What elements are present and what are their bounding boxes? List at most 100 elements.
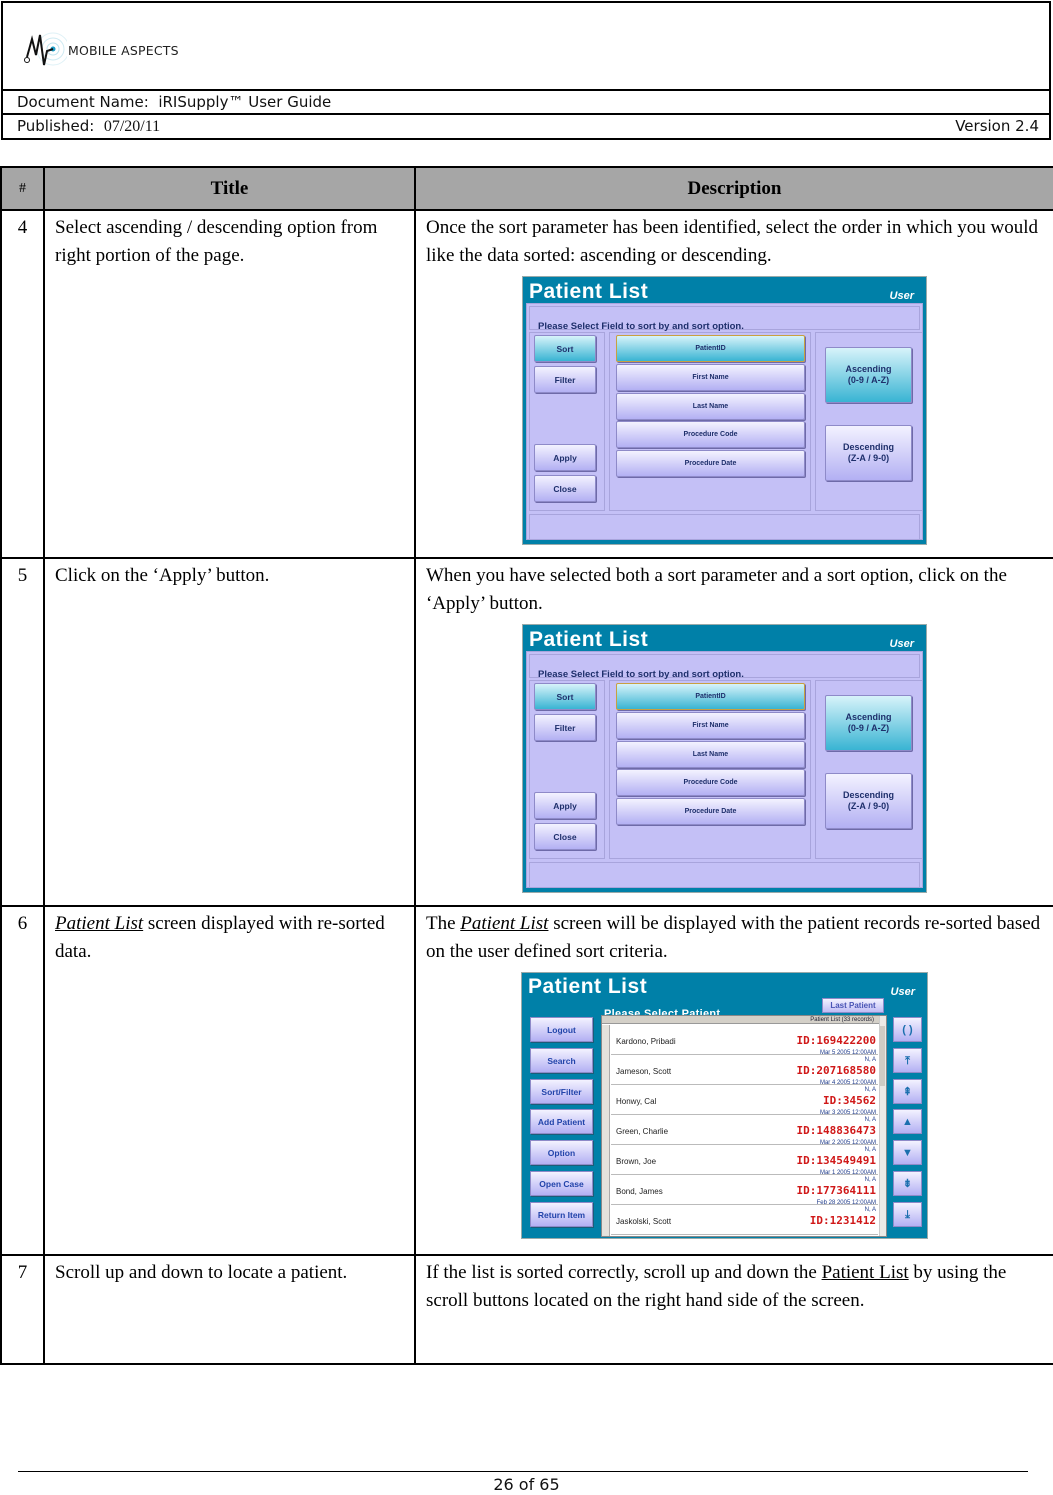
scroll-top-icon[interactable]: ⤒ <box>893 1048 922 1073</box>
field-last-name[interactable]: Last Name <box>616 393 805 420</box>
field-patientid[interactable]: PatientID <box>616 683 805 710</box>
desc-pre: The <box>426 913 461 934</box>
user-label: User <box>890 986 915 998</box>
apply-button[interactable]: Apply <box>534 792 596 819</box>
field-first-name[interactable]: First Name <box>616 364 805 391</box>
footer-divider <box>18 1471 1028 1472</box>
apply-button[interactable]: Apply <box>534 444 596 471</box>
step-description: The Patient List screen will be displaye… <box>414 905 1053 1256</box>
patient-list-link: Patient List <box>55 913 144 934</box>
step-description-text: When you have selected both a sort param… <box>426 565 1007 614</box>
sort-footer <box>529 514 920 540</box>
open-case-button[interactable]: Open Case <box>530 1171 593 1196</box>
patient-row[interactable]: Honwy, Cal ID:34562 Mar 3 2005 12:00AM N, A <box>611 1085 878 1123</box>
scroll-up-icon[interactable]: ▲ <box>893 1109 922 1134</box>
close-button[interactable]: Close <box>534 475 596 502</box>
patient-name: Brown, Joe <box>616 1157 657 1166</box>
last-patient-button[interactable]: Last Patient <box>822 998 884 1013</box>
patient-row[interactable]: Brown, Joe ID:134549491 Mar 1 2005 12:00AM… <box>611 1145 878 1183</box>
descending-button[interactable]: Descending (Z-A / 9-0) <box>825 425 912 481</box>
patient-id: ID:1231412 <box>809 1214 876 1227</box>
step-title: Click on the ‘Apply’ button. <box>43 557 416 907</box>
sort-actions-column: Sort Filter Apply Close <box>529 680 605 859</box>
ascending-sub: (0-9 / A-Z) <box>847 375 890 385</box>
step-title: Patient List screen displayed with re-so… <box>43 905 416 1256</box>
sort-footer <box>529 862 920 888</box>
scroll-bottom-icon[interactable]: ⤓ <box>893 1202 922 1227</box>
patient-list-link: Patient List <box>821 1262 909 1283</box>
sort-prompt: Please Select Field to sort by and sort … <box>529 654 920 680</box>
list-scrollbar[interactable] <box>879 1016 886 1236</box>
table-row: 5 Click on the ‘Apply’ button. When you … <box>0 557 1053 907</box>
header-description: Description <box>414 166 1053 211</box>
ascending-label: Ascending <box>845 712 892 722</box>
published-label: Published: <box>17 117 95 135</box>
filter-button[interactable]: Filter <box>534 714 596 741</box>
step-description: If the list is sorted correctly, scroll … <box>414 1254 1053 1365</box>
field-first-name[interactable]: First Name <box>616 712 805 739</box>
filter-button[interactable]: Filter <box>534 366 596 393</box>
patient-row[interactable]: Kardono, Pribadi ID:169422200 Mar 5 2005 1… <box>611 1025 878 1063</box>
screenshot-wrapper: Patient List User Please Select Field to… <box>426 624 1043 893</box>
scroll-down-icon[interactable]: ▼ <box>893 1140 922 1165</box>
sort-fields-column: PatientID First Name Last Name Procedure… <box>609 680 811 859</box>
field-last-name[interactable]: Last Name <box>616 741 805 768</box>
screen-title: Patient List <box>528 975 648 998</box>
header-title: Title <box>43 166 416 211</box>
patient-name: Honwy, Cal <box>616 1097 657 1106</box>
patient-row[interactable]: Jameson, Scott ID:207168580 Mar 4 2005 12:… <box>611 1055 878 1093</box>
descending-button[interactable]: Descending (Z-A / 9-0) <box>825 773 912 829</box>
table-row: 7 Scroll up and down to locate a patient… <box>0 1254 1053 1365</box>
page-down-icon[interactable]: ⇟ <box>893 1171 922 1196</box>
patient-row[interactable]: Green, Charlie ID:148836473 Mar 2 2005 12:… <box>611 1115 878 1153</box>
ascending-sub: (0-9 / A-Z) <box>847 723 890 733</box>
document-header: MOBILE ASPECTS Document Name: iRISupply™… <box>1 1 1051 140</box>
screen-title: Patient List <box>529 280 649 303</box>
sort-button[interactable]: Sort <box>534 335 596 362</box>
sort-button[interactable]: Sort <box>534 683 596 710</box>
step-description: When you have selected both a sort param… <box>414 557 1053 907</box>
patient-list-screenshot: Patient List User Please Select Patient … <box>521 972 928 1239</box>
screenshot-wrapper: Patient List User Please Select Field to… <box>426 276 1043 545</box>
field-procedure-date[interactable]: Procedure Date <box>616 798 805 825</box>
return-item-button[interactable]: Return Item <box>530 1202 593 1227</box>
refresh-icon[interactable]: ( ) <box>893 1017 922 1042</box>
step-number: 5 <box>0 557 45 907</box>
sort-filter-button[interactable]: Sort/Filter <box>530 1079 593 1104</box>
add-patient-button[interactable]: Add Patient <box>530 1109 593 1134</box>
ascending-button[interactable]: Ascending (0-9 / A-Z) <box>825 695 912 751</box>
patient-row[interactable]: Bond, James ID:177364111 Feb 28 2005 12:00… <box>611 1175 878 1213</box>
ascending-button[interactable]: Ascending (0-9 / A-Z) <box>825 347 912 403</box>
patient-name: Bond, James <box>616 1187 663 1196</box>
doc-name-label: Document Name: <box>17 93 149 111</box>
scrollbar-thumb[interactable] <box>880 1026 885 1086</box>
step-number: 6 <box>0 905 45 1256</box>
descending-label: Descending <box>842 442 894 452</box>
patient-name: Kardono, Pribadi <box>616 1037 676 1046</box>
step-title: Select ascending / descending option fro… <box>43 209 416 559</box>
field-procedure-code[interactable]: Procedure Code <box>616 769 805 796</box>
patient-name: Jameson, Scott <box>616 1067 672 1076</box>
field-procedure-code[interactable]: Procedure Code <box>616 421 805 448</box>
close-button[interactable]: Close <box>534 823 596 850</box>
screenshot-wrapper: Patient List User Please Select Patient … <box>426 972 1043 1239</box>
published-date: 07/20/11 <box>103 118 161 135</box>
patient-list-header: Patient List (33 records) <box>602 1016 886 1024</box>
logo-area: MOBILE ASPECTS <box>3 3 1049 91</box>
option-button[interactable]: Option <box>530 1140 593 1165</box>
field-procedure-date[interactable]: Procedure Date <box>616 450 805 477</box>
logo-text: MOBILE ASPECTS <box>68 43 179 58</box>
descending-label: Descending <box>842 790 894 800</box>
row-selector-gutter <box>602 1025 610 1236</box>
page-up-icon[interactable]: ⇞ <box>893 1079 922 1104</box>
mobile-aspects-logo: MOBILE ASPECTS <box>23 27 193 73</box>
search-button[interactable]: Search <box>530 1048 593 1073</box>
field-patientid[interactable]: PatientID <box>616 335 805 362</box>
sort-order-column: Ascending (0-9 / A-Z) Descending (Z-A / … <box>815 332 923 511</box>
logout-button[interactable]: Logout <box>530 1017 593 1042</box>
sort-screen-screenshot: Patient List User Please Select Field to… <box>522 624 927 893</box>
patient-row[interactable]: Jaskolski, Scott ID:1231412 <box>611 1205 878 1235</box>
sort-actions-column: Sort Filter Apply Close <box>529 332 605 511</box>
logo-signal-icon <box>24 32 70 66</box>
sort-screen-screenshot: Patient List User Please Select Field to… <box>522 276 927 545</box>
